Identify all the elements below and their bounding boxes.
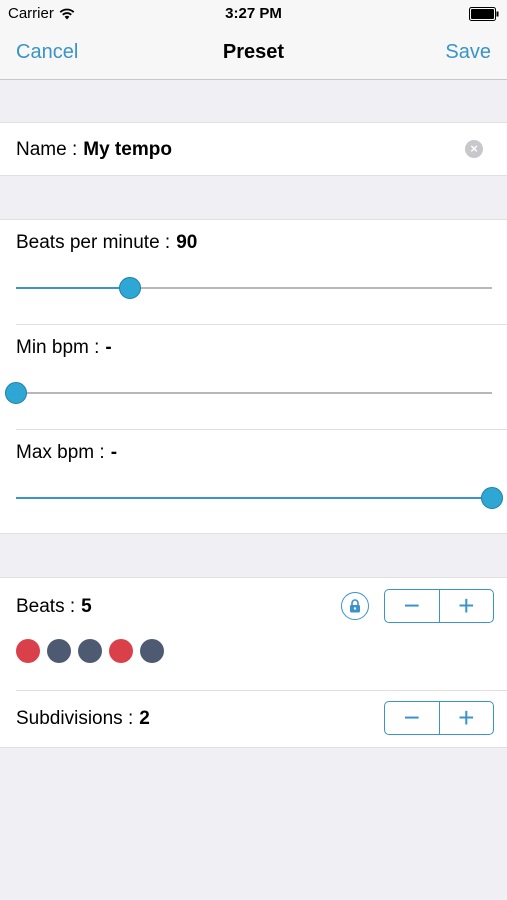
min-bpm-row: Min bpm :- bbox=[16, 337, 112, 359]
clear-text-button[interactable]: × bbox=[465, 140, 483, 158]
subdivisions-stepper[interactable]: − + bbox=[384, 701, 494, 735]
beat-dot-normal[interactable] bbox=[47, 639, 71, 663]
bpm-row: Beats per minute :90 bbox=[16, 232, 197, 254]
beats-label: Beats : bbox=[16, 596, 76, 617]
navigation-bar: Cancel Preset Save bbox=[0, 28, 507, 80]
battery-icon bbox=[469, 7, 499, 21]
bpm-slider[interactable] bbox=[16, 275, 492, 301]
beat-dot-accent[interactable] bbox=[16, 639, 40, 663]
subdivisions-decrement-button[interactable]: − bbox=[385, 702, 439, 734]
beats-value: 5 bbox=[81, 596, 92, 617]
name-row: Name : My tempo bbox=[16, 139, 172, 161]
subdivisions-row: Subdivisions :2 bbox=[16, 708, 150, 730]
min-bpm-value: - bbox=[105, 337, 112, 358]
name-section: Name : My tempo × bbox=[0, 122, 507, 176]
min-bpm-slider[interactable] bbox=[5, 380, 492, 406]
slider-thumb[interactable] bbox=[481, 487, 503, 509]
slider-fill bbox=[16, 497, 492, 499]
min-bpm-label: Min bpm : bbox=[16, 337, 100, 358]
beats-section: Beats :5 − + Subdivisions :2 − + bbox=[0, 577, 507, 748]
bpm-value: 90 bbox=[176, 232, 198, 253]
status-bar: Carrier 3:27 PM bbox=[0, 0, 507, 28]
beats-row: Beats :5 bbox=[16, 596, 92, 618]
max-bpm-row: Max bpm :- bbox=[16, 442, 117, 464]
status-time: 3:27 PM bbox=[225, 5, 282, 22]
max-bpm-label: Max bpm : bbox=[16, 442, 105, 463]
subdivisions-label: Subdivisions : bbox=[16, 708, 134, 729]
page-title: Preset bbox=[222, 41, 285, 63]
max-bpm-value: - bbox=[110, 442, 118, 463]
beats-increment-button[interactable]: + bbox=[438, 590, 494, 622]
max-bpm-slider[interactable] bbox=[16, 485, 503, 511]
name-field[interactable]: My tempo bbox=[83, 139, 172, 160]
beat-dot-normal[interactable] bbox=[140, 639, 164, 663]
beat-dots bbox=[16, 639, 164, 663]
slider-track bbox=[16, 392, 492, 394]
beats-stepper[interactable]: − + bbox=[384, 589, 494, 623]
slider-thumb[interactable] bbox=[119, 277, 142, 299]
slider-thumb[interactable] bbox=[5, 382, 27, 404]
subdivisions-value: 2 bbox=[139, 708, 150, 729]
beats-decrement-button[interactable]: − bbox=[385, 590, 439, 622]
name-label: Name : bbox=[16, 139, 78, 160]
divider bbox=[16, 690, 507, 691]
beat-dot-accent[interactable] bbox=[109, 639, 133, 663]
subdivisions-increment-button[interactable]: + bbox=[438, 702, 494, 734]
save-button[interactable]: Save bbox=[445, 41, 491, 64]
bpm-label: Beats per minute : bbox=[16, 232, 171, 253]
tempo-section: Beats per minute :90 Min bpm :- Max bpm … bbox=[0, 219, 507, 534]
lock-icon bbox=[350, 599, 360, 613]
divider bbox=[16, 324, 507, 325]
lock-button[interactable] bbox=[341, 592, 369, 620]
divider bbox=[16, 429, 507, 430]
slider-fill bbox=[16, 287, 131, 289]
clear-icon: × bbox=[470, 141, 478, 156]
beat-dot-normal[interactable] bbox=[78, 639, 102, 663]
